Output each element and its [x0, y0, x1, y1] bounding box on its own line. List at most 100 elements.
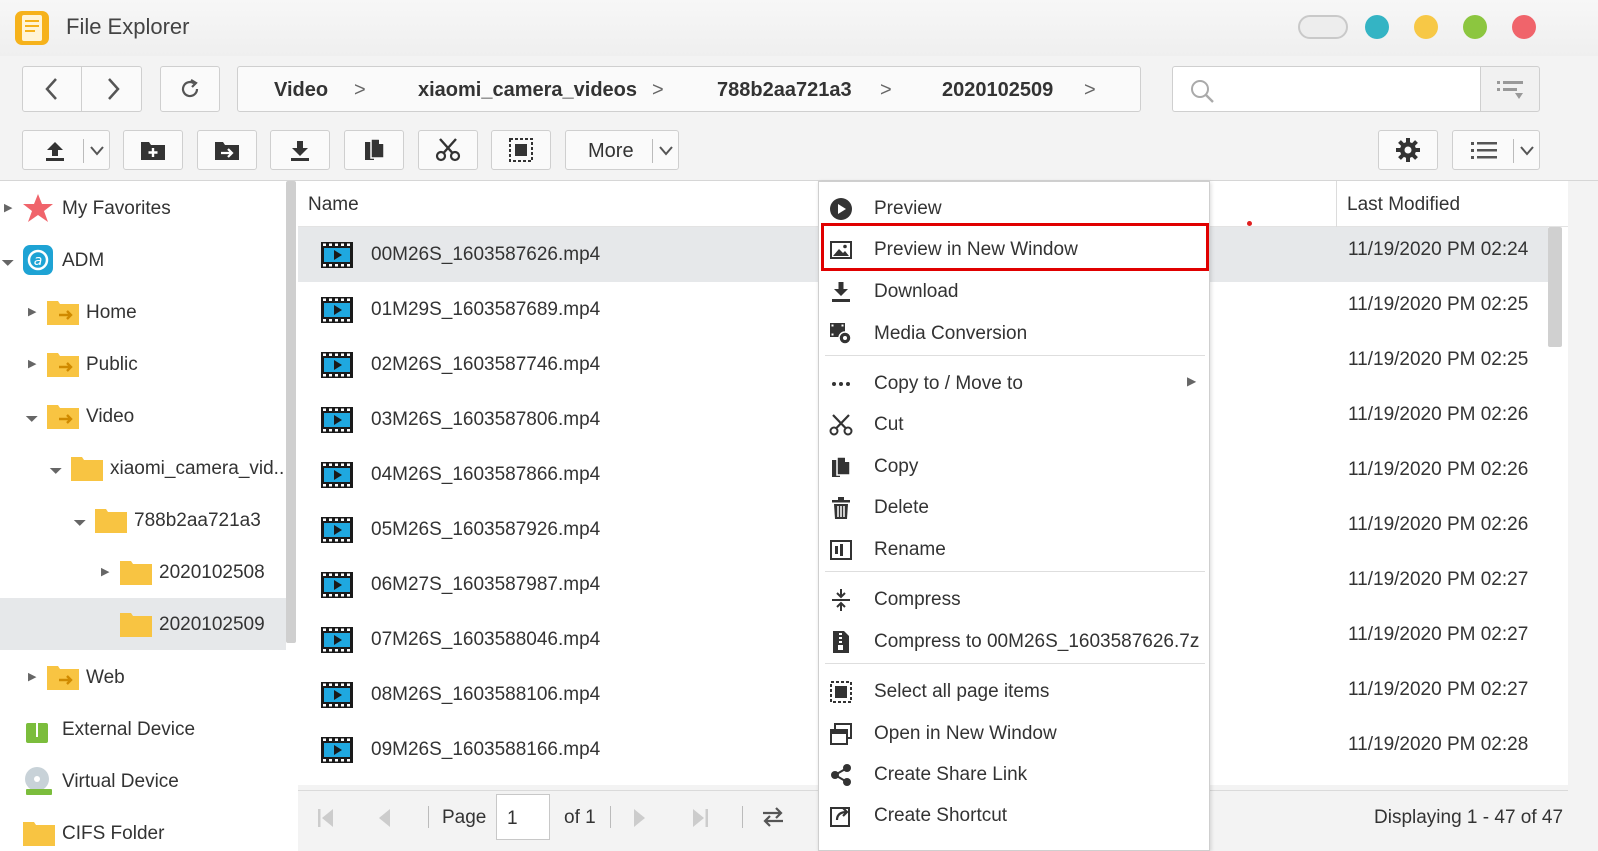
maximize-button[interactable] [1463, 15, 1487, 39]
new-folder-button[interactable] [123, 130, 183, 170]
page-number-input[interactable]: 1 [496, 794, 550, 840]
tree-item-virtual-device[interactable]: Virtual Device [0, 755, 286, 807]
tree-item-video[interactable]: ◢ Video [0, 390, 286, 442]
next-page-icon[interactable] [632, 807, 648, 829]
expand-arrow-icon[interactable]: ▶ [4, 201, 12, 214]
expand-arrow-icon[interactable]: ▶ [28, 357, 36, 370]
menu-item-open-in-new-window[interactable]: Open in New Window [819, 714, 1209, 754]
breadcrumb-item[interactable]: 2020102509 [942, 79, 1053, 102]
tree-item-web[interactable]: ▶ Web [0, 651, 286, 703]
new-shortcut-folder-button[interactable] [197, 130, 257, 170]
file-modified-date: 11/19/2020 PM 02:25 [1348, 349, 1529, 370]
back-button[interactable] [23, 67, 82, 111]
forward-button[interactable] [83, 67, 142, 111]
close-button[interactable] [1512, 15, 1536, 39]
tree-item-adm[interactable]: ◢ a ADM [0, 234, 286, 286]
menu-item-create-shortcut[interactable]: Create Shortcut [819, 796, 1209, 836]
refresh-button[interactable] [160, 66, 220, 112]
refresh-swap-icon[interactable] [760, 805, 786, 829]
expand-arrow-icon[interactable]: ▶ [28, 305, 36, 318]
tree-item-label: My Favorites [62, 198, 171, 219]
menu-item-label: Compress [874, 589, 961, 610]
divider [610, 806, 611, 828]
menu-item-compress[interactable]: Compress [819, 580, 1209, 620]
more-button[interactable]: More [565, 130, 679, 170]
tree-item-home[interactable]: ▶ Home [0, 286, 286, 338]
video-file-icon [321, 627, 353, 653]
breadcrumb-chevron-icon[interactable]: > [1084, 79, 1096, 102]
menu-item-download[interactable]: Download [819, 272, 1209, 312]
column-header-name[interactable]: Name [308, 194, 359, 216]
context-menu: Preview Preview in New Window Download Medi… [818, 181, 1210, 851]
breadcrumb-item[interactable]: xiaomi_camera_videos [418, 79, 637, 102]
file-modified-date: 11/19/2020 PM 02:27 [1348, 679, 1529, 700]
settings-button[interactable] [1378, 130, 1438, 170]
first-page-icon[interactable] [316, 807, 336, 829]
view-mode-button[interactable] [1452, 130, 1540, 170]
previous-page-icon[interactable] [376, 807, 392, 829]
list-scrollbar[interactable] [1548, 227, 1562, 347]
collapse-arrow-icon[interactable]: ◢ [25, 408, 40, 423]
last-page-icon[interactable] [690, 807, 710, 829]
minimize-button[interactable] [1414, 15, 1438, 39]
submenu-arrow-icon: ▶ [1187, 374, 1197, 388]
svg-text:a: a [34, 253, 43, 269]
tree-item-label: xiaomi_camera_vid... [110, 458, 290, 479]
search-input[interactable] [1172, 66, 1480, 112]
menu-item-delete[interactable]: Delete [819, 488, 1209, 528]
menu-item-label: Compress to 00M26S_1603587626.7z [874, 631, 1200, 652]
page-label: Page [442, 807, 487, 828]
select-all-button[interactable] [491, 130, 551, 170]
file-modified-date: 11/19/2020 PM 02:27 [1348, 624, 1529, 645]
menu-item-rename[interactable]: Rename [819, 530, 1209, 570]
tree-item-788b2aa721a3[interactable]: ◢ 788b2aa721a3 [0, 494, 286, 546]
menu-item-compress-to-00m26s-1603587626-7z[interactable]: Compress to 00M26S_1603587626.7z [819, 622, 1209, 662]
menu-item-cut[interactable]: Cut [819, 405, 1209, 445]
title-bar: File Explorer [0, 0, 1598, 56]
video-file-icon [321, 407, 353, 433]
tree-item-public[interactable]: ▶ Public [0, 338, 286, 390]
collapse-arrow-icon[interactable]: ◢ [73, 512, 88, 527]
search-options-button[interactable] [1480, 66, 1540, 112]
menu-item-copy[interactable]: Copy [819, 447, 1209, 487]
expand-arrow-icon[interactable]: ▶ [28, 670, 36, 683]
download-button[interactable] [270, 130, 330, 170]
video-file-icon [321, 242, 353, 268]
displaying-count: Displaying 1 - 47 of 47 [1374, 807, 1564, 828]
breadcrumb-item[interactable]: 788b2aa721a3 [717, 79, 852, 102]
cut-button[interactable] [418, 130, 478, 170]
divider [1513, 139, 1514, 163]
file-modified-date: 11/19/2020 PM 02:26 [1348, 514, 1529, 535]
tree-item-2020102508[interactable]: ▶ 2020102508 [0, 546, 286, 598]
tree-item-my-favorites[interactable]: ▶ My Favorites [0, 182, 286, 234]
tree-scrollbar[interactable] [286, 181, 296, 643]
breadcrumb-item[interactable]: Video [274, 79, 328, 102]
tree-item-cifs-folder[interactable]: CIFS Folder [0, 807, 286, 851]
folder-icon [71, 457, 103, 481]
copy-icon [832, 456, 851, 477]
tree-item-2020102509[interactable]: 2020102509 [0, 598, 286, 650]
expand-arrow-icon[interactable]: ▶ [101, 565, 109, 578]
file-modified-date: 11/19/2020 PM 02:27 [1348, 569, 1529, 590]
menu-item-copy-to-move-to[interactable]: Copy to / Move to ▶ [819, 364, 1209, 404]
menu-item-label: Copy to / Move to [874, 373, 1023, 394]
tree-item-external-device[interactable]: External Device [0, 703, 286, 755]
menu-item-select-all-page-items[interactable]: Select all page items [819, 672, 1209, 712]
file-modified-date: 11/19/2020 PM 02:25 [1348, 294, 1529, 315]
copy-button[interactable] [344, 130, 404, 170]
select-all-icon [509, 138, 533, 162]
window-pill-button[interactable] [1298, 15, 1348, 39]
file-name: 01M29S_1603587689.mp4 [371, 299, 601, 320]
menu-item-label: Rename [874, 539, 946, 560]
collapse-arrow-icon[interactable]: ◢ [49, 460, 64, 475]
tree-item-xiaomi-camera-videos[interactable]: ◢ xiaomi_camera_vid... [0, 442, 290, 494]
menu-item-media-conversion[interactable]: Media Conversion [819, 314, 1209, 354]
upload-button[interactable] [22, 130, 110, 170]
column-header-last-modified[interactable]: Last Modified [1347, 194, 1460, 216]
video-file-icon [321, 737, 353, 763]
column-divider[interactable] [1336, 181, 1337, 227]
collapse-arrow-icon[interactable]: ◢ [1, 252, 16, 267]
menu-item-create-share-link[interactable]: Create Share Link [819, 755, 1209, 795]
file-name: 03M26S_1603587806.mp4 [371, 409, 601, 430]
window-teal-button[interactable] [1365, 15, 1389, 39]
